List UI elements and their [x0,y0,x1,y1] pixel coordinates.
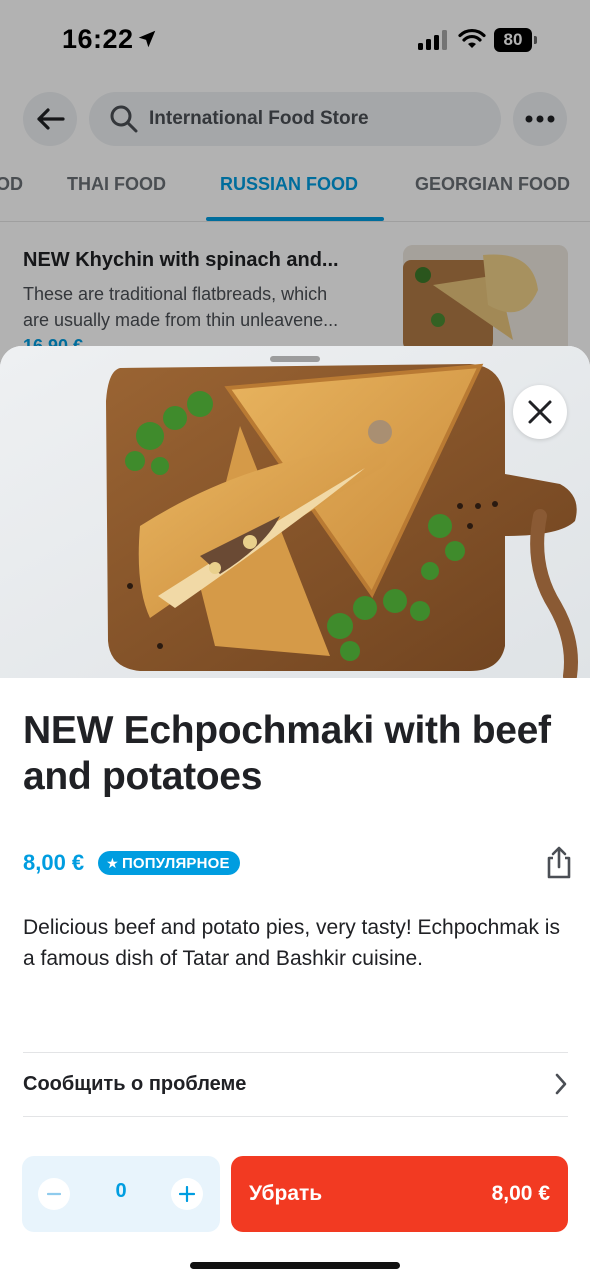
remove-from-order-button[interactable]: Убрать 8,00 € [231,1156,568,1232]
report-problem-row[interactable]: Сообщить о проблеме [23,1052,568,1116]
chevron-right-icon [555,1073,567,1095]
product-title: NEW Echpochmaki with beef and potatoes [23,709,551,798]
product-description: Delicious beef and potato pies, very tas… [23,916,560,970]
badge-label: ПОПУЛЯРНОЕ [121,854,230,872]
increase-quantity-button[interactable] [171,1178,203,1210]
quantity-stepper: 0 [22,1156,220,1232]
share-icon[interactable] [544,846,574,880]
remove-button-label: Убрать [249,1182,323,1205]
divider [23,1116,568,1117]
plus-icon [179,1186,195,1202]
close-icon [528,400,552,424]
product-image [0,346,590,683]
remove-button-price: 8,00 € [491,1182,550,1205]
report-problem-label: Сообщить о проблеме [23,1072,247,1095]
product-price: 8,00 € [23,850,85,875]
price-line: 8,00 € ★ ПОПУЛЯРНОЕ [23,848,240,878]
sheet-drag-handle[interactable] [270,356,320,362]
popular-badge: ★ ПОПУЛЯРНОЕ [98,851,240,875]
star-icon: ★ [106,854,119,871]
home-indicator[interactable] [190,1262,400,1269]
product-detail-sheet: NEW Echpochmaki with beef and potatoes 8… [0,346,590,1280]
close-button[interactable] [513,385,567,439]
